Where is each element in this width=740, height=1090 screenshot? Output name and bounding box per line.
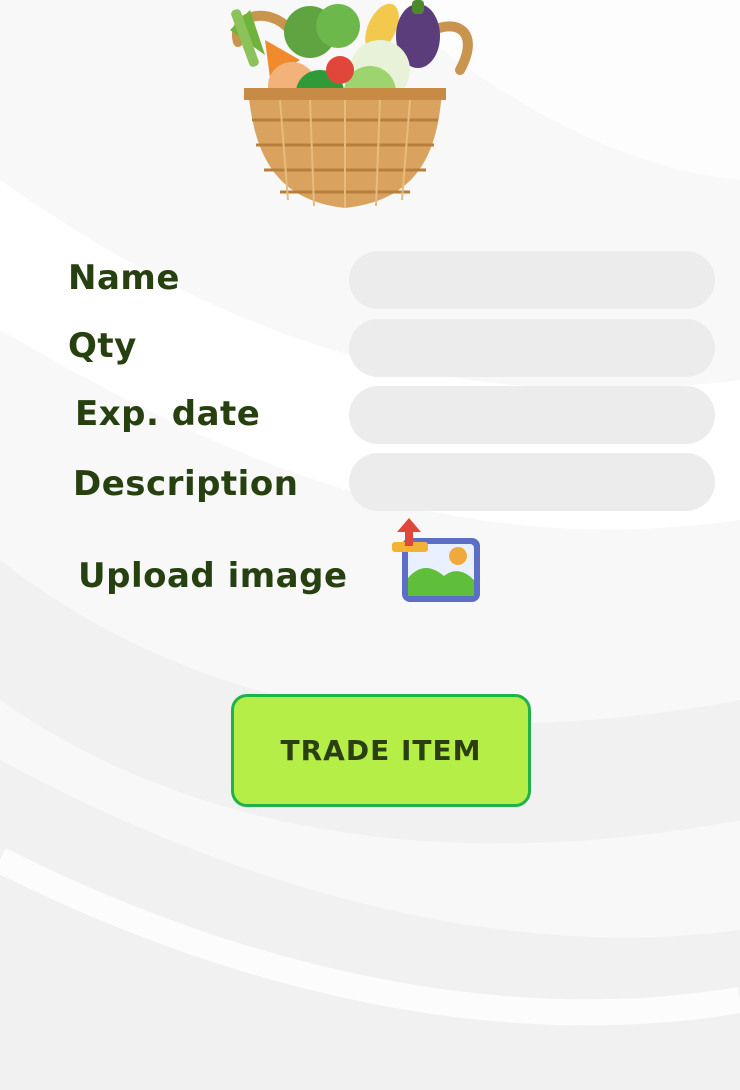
vegetable-basket-icon (230, 0, 473, 208)
name-input[interactable] (349, 251, 715, 309)
qty-label: Qty (68, 326, 137, 366)
trade-item-button[interactable]: TRADE ITEM (231, 694, 531, 807)
exp-date-input[interactable] (349, 386, 715, 444)
exp-date-label: Exp. date (75, 394, 261, 434)
description-label: Description (73, 464, 299, 504)
name-label: Name (68, 258, 180, 298)
image-upload-icon[interactable] (388, 516, 484, 606)
description-input[interactable] (349, 453, 715, 511)
qty-input[interactable] (349, 319, 715, 377)
upload-image-label: Upload image (78, 556, 348, 596)
